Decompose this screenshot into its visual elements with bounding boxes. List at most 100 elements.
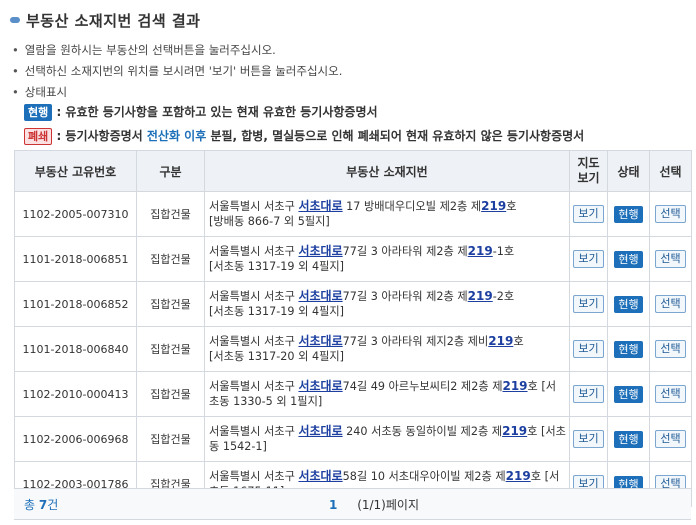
address-suffix: 호 xyxy=(513,335,524,348)
select-button[interactable]: 선택 xyxy=(655,295,686,313)
view-map-button[interactable]: 보기 xyxy=(573,295,604,313)
address-middle: 77길 3 아라타워 제2층 제 xyxy=(342,245,468,258)
select-cell: 선택 xyxy=(649,191,692,237)
property-id: 1102-2005-007310 xyxy=(14,191,137,237)
address-lot: [서초동 1317-19 외 4필지] xyxy=(209,305,345,318)
page-header: 부동산 소재지번 검색 결과 xyxy=(10,8,200,32)
view-map-button[interactable]: 보기 xyxy=(573,205,604,223)
address-unit-highlight: 219 xyxy=(505,469,531,483)
address-road-highlight: 서초대로 xyxy=(298,199,343,213)
legend-closed-highlight: 전산화 이후 xyxy=(146,129,207,143)
status-cell: 현행 xyxy=(607,281,650,327)
property-type: 집합건물 xyxy=(136,236,205,282)
status-cell: 현행 xyxy=(607,326,650,372)
select-cell: 선택 xyxy=(649,416,692,462)
property-type: 집합건물 xyxy=(136,281,205,327)
property-address: 서울특별시 서초구 서초대로77길 3 아라타워 제2층 제219-1호 [서초동… xyxy=(204,236,570,282)
address-prefix: 서울특별시 서초구 xyxy=(209,290,299,303)
closed-badge: 폐쇄 xyxy=(24,128,53,145)
address-middle: 17 방배대우디오빌 제2층 제 xyxy=(342,200,482,213)
address-unit-highlight: 219 xyxy=(467,244,493,258)
note-item: 선택하신 소재지번의 위치를 보시려면 '보기' 버튼을 눌러주십시오. xyxy=(12,61,343,82)
address-road-highlight: 서초대로 xyxy=(298,379,343,393)
table-row: 1102-2006-006968 집합건물 서울특별시 서초구 서초대로 240 서… xyxy=(14,416,692,462)
table-row: 1101-2018-006852 집합건물 서울특별시 서초구 서초대로77길 3 … xyxy=(14,281,692,327)
select-button[interactable]: 선택 xyxy=(655,385,686,403)
view-map-button[interactable]: 보기 xyxy=(573,430,604,448)
status-cell: 현행 xyxy=(607,191,650,237)
select-button[interactable]: 선택 xyxy=(655,205,686,223)
address-unit-highlight: 219 xyxy=(502,424,528,438)
map-cell: 보기 xyxy=(569,416,608,462)
col-header-map: 지도 보기 xyxy=(569,150,608,192)
table-row: 1101-2018-006840 집합건물 서울특별시 서초구 서초대로77길 3 … xyxy=(14,326,692,372)
address-road-highlight: 서초대로 xyxy=(298,334,343,348)
address-suffix: -2호 xyxy=(492,290,515,303)
address-lot: [서초동 1317-19 외 4필지] xyxy=(209,260,345,273)
property-type: 집합건물 xyxy=(136,371,205,417)
note-item: 열람을 원하시는 부동산의 선택버튼을 눌러주십시오. xyxy=(12,40,342,61)
view-map-button[interactable]: 보기 xyxy=(573,340,604,358)
property-id: 1101-2018-006852 xyxy=(14,281,137,327)
page-link-current[interactable]: 1 xyxy=(329,498,337,512)
property-type: 집합건물 xyxy=(136,191,205,237)
address-road-highlight: 서초대로 xyxy=(298,469,343,483)
property-address: 서울특별시 서초구 서초대로74길 49 아르누보씨티2 제2층 제219호 [… xyxy=(204,371,570,417)
property-type: 집합건물 xyxy=(136,416,205,462)
address-prefix: 서울특별시 서초구 xyxy=(209,245,299,258)
view-map-button[interactable]: 보기 xyxy=(573,250,604,268)
address-middle: 77길 3 아라타워 제2층 제 xyxy=(342,290,468,303)
map-cell: 보기 xyxy=(569,371,608,417)
address-lot: [방배동 866-7 외 5필지] xyxy=(209,215,330,228)
select-button[interactable]: 선택 xyxy=(655,340,686,358)
legend-closed: 폐쇄 : 등기사항증명서 전산화 이후 분필, 합병, 멸실등으로 인해 폐쇄되… xyxy=(24,124,584,148)
address-road-highlight: 서초대로 xyxy=(298,424,343,438)
legend-current-text: : 유효한 등기사항을 포함하고 있는 현재 유효한 등기사항증명서 xyxy=(56,105,378,119)
total-suffix: 건 xyxy=(47,498,59,512)
status-cell: 현행 xyxy=(607,236,650,282)
instructions: 열람을 원하시는 부동산의 선택버튼을 눌러주십시오. 선택하신 소재지번의 위… xyxy=(12,40,343,103)
view-map-button[interactable]: 보기 xyxy=(573,385,604,403)
page-title: 부동산 소재지번 검색 결과 xyxy=(26,11,201,30)
status-cell: 현행 xyxy=(607,416,650,462)
col-header-type: 구분 xyxy=(136,150,205,192)
address-middle: 74길 49 아르누보씨티2 제2층 제 xyxy=(342,380,503,393)
property-type: 집합건물 xyxy=(136,326,205,372)
address-middle: 58길 10 서초대우아이빌 제2층 제 xyxy=(342,470,506,483)
property-address: 서울특별시 서초구 서초대로 240 서초동 동일하이빌 제2층 제219호 [… xyxy=(204,416,570,462)
status-legend: 현행 : 유효한 등기사항을 포함하고 있는 현재 유효한 등기사항증명서 폐쇄… xyxy=(24,100,584,148)
address-prefix: 서울특별시 서초구 xyxy=(209,380,299,393)
table-row: 1102-2005-007310 집합건물 서울특별시 서초구 서초대로 17 방배… xyxy=(14,191,692,237)
address-prefix: 서울특별시 서초구 xyxy=(209,425,299,438)
table-row: 1102-2010-000413 집합건물 서울특별시 서초구 서초대로74길 49… xyxy=(14,371,692,417)
property-id: 1101-2018-006851 xyxy=(14,236,137,282)
status-cell: 현행 xyxy=(607,371,650,417)
property-id: 1102-2010-000413 xyxy=(14,371,137,417)
status-badge: 현행 xyxy=(614,205,643,223)
select-button[interactable]: 선택 xyxy=(655,250,686,268)
address-lot: [서초동 1317-20 외 4필지] xyxy=(209,350,345,363)
address-unit-highlight: 219 xyxy=(467,289,493,303)
property-id: 1102-2006-006968 xyxy=(14,416,137,462)
property-address: 서울특별시 서초구 서초대로77길 3 아라타워 제지2층 제비219호 [서초동… xyxy=(204,326,570,372)
col-header-status: 상태 xyxy=(607,150,650,192)
col-header-select: 선택 xyxy=(649,150,692,192)
select-cell: 선택 xyxy=(649,281,692,327)
select-button[interactable]: 선택 xyxy=(655,430,686,448)
col-header-address: 부동산 소재지번 xyxy=(204,150,570,192)
select-cell: 선택 xyxy=(649,236,692,282)
address-prefix: 서울특별시 서초구 xyxy=(209,470,299,483)
map-cell: 보기 xyxy=(569,281,608,327)
status-badge: 현행 xyxy=(614,340,643,358)
map-cell: 보기 xyxy=(569,191,608,237)
col-header-id: 부동산 고유번호 xyxy=(14,150,137,192)
legend-current: 현행 : 유효한 등기사항을 포함하고 있는 현재 유효한 등기사항증명서 xyxy=(24,100,584,124)
pagination-bar: 총 7건 1 (1/1)페이지 xyxy=(14,488,691,520)
page-info: (1/1)페이지 xyxy=(357,498,419,512)
current-badge: 현행 xyxy=(24,104,53,121)
legend-closed-text-2: 분필, 합병, 멸실등으로 인해 폐쇄되어 현재 유효하지 않은 등기사항증명서 xyxy=(206,129,585,143)
select-cell: 선택 xyxy=(649,371,692,417)
title-bullet-icon xyxy=(10,17,20,23)
table-header-row: 부동산 고유번호 구분 부동산 소재지번 지도 보기 상태 선택 xyxy=(14,150,692,192)
total-prefix: 총 xyxy=(24,498,39,512)
